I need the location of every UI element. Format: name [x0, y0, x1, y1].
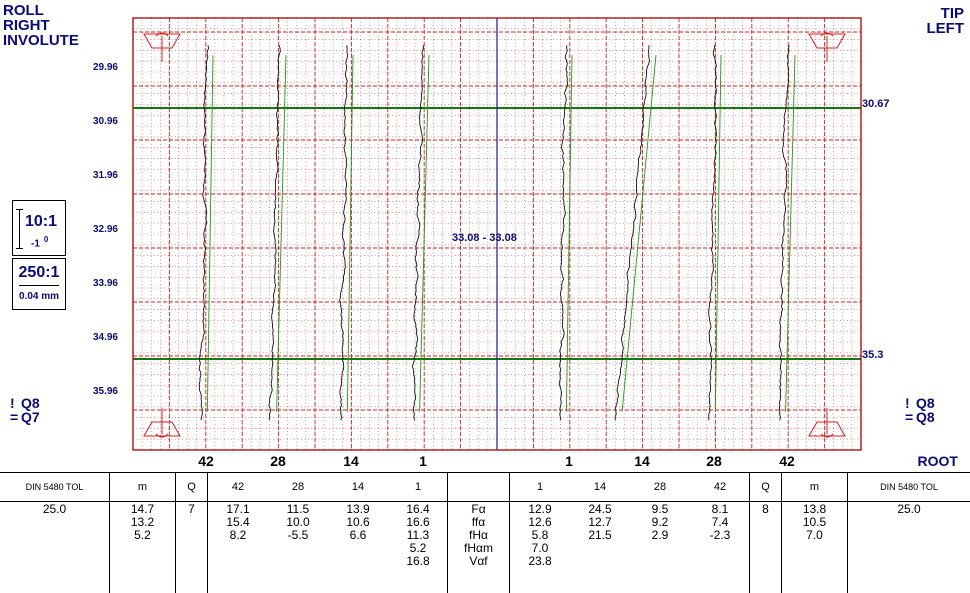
col-header: 28 — [291, 481, 305, 493]
col-header: 14 — [593, 481, 607, 493]
root-label: ROOT — [917, 453, 958, 469]
tooth-marker-icon — [143, 408, 181, 438]
reference-label: 33.08 - 33.08 — [452, 232, 517, 244]
col-header: 42 — [713, 481, 727, 493]
cell: 8.2 — [229, 528, 247, 542]
col-header: 28 — [653, 481, 667, 493]
col-header: DIN 5480 TOL — [0, 473, 109, 502]
col-din-right: DIN 5480 TOL 25.0 — [848, 473, 970, 593]
col-header: m — [110, 473, 175, 502]
col-t28-left: 28 11.5 10.0 -5.5 — [268, 473, 328, 593]
flank-trace-left-42 — [778, 45, 790, 421]
col-din-left: DIN 5480 TOL 25.0 — [0, 473, 110, 593]
cell: 25.0 — [42, 502, 67, 516]
col-header: Q — [176, 473, 207, 502]
col-m-left: m 14.7 13.2 5.2 — [110, 473, 176, 593]
tooth-label: 28 — [706, 453, 722, 469]
flank-trace-left-1 — [558, 45, 569, 421]
tooth-label: 14 — [634, 453, 650, 469]
tolerance-top-label: 30.67 — [862, 98, 890, 110]
col-header: 14 — [351, 481, 365, 493]
cell: 16.8 — [406, 554, 430, 568]
tooth-label: 42 — [198, 453, 214, 469]
results-table: DIN 5480 TOL 25.0 m 14.7 13.2 5.2 Q 7 42… — [0, 472, 970, 593]
cell: 7.0 — [806, 528, 823, 542]
cell: 6.6 — [349, 528, 367, 542]
tooth-label: 1 — [419, 453, 427, 469]
flank-trace-right-1 — [411, 45, 424, 421]
tooth-label: 14 — [343, 453, 359, 469]
param-label: Vαf — [469, 554, 488, 568]
cell: 5.2 — [134, 528, 151, 542]
cell: 25.0 — [897, 502, 921, 516]
col-q-right: Q 8 — [750, 473, 782, 593]
cell: -5.5 — [287, 528, 309, 542]
tooth-label: 42 — [779, 453, 795, 469]
col-m-right: m 13.8 10.5 7.0 — [782, 473, 848, 593]
col-t42-left: 42 17.1 15.4 8.2 — [208, 473, 268, 593]
col-header: DIN 5480 TOL — [848, 473, 970, 502]
col-header — [448, 473, 509, 502]
flank-trace-right-14 — [339, 45, 348, 421]
tolerance-bottom-label: 35.3 — [862, 349, 884, 361]
col-q-left: Q 7 — [176, 473, 208, 593]
tooth-label: 28 — [270, 453, 286, 469]
cell: 23.8 — [528, 554, 552, 568]
cell: 8 — [762, 502, 769, 516]
cell: 7 — [188, 502, 195, 516]
cell: 21.5 — [588, 528, 612, 542]
tooth-marker-icon — [808, 408, 846, 438]
cell: 2.9 — [651, 528, 669, 542]
col-t14-right: 14 24.5 12.7 21.5 — [570, 473, 630, 593]
cell: -2.3 — [709, 528, 731, 542]
col-t14-left: 14 13.9 10.6 6.6 — [328, 473, 388, 593]
col-t42-right: 42 8.1 7.4 -2.3 — [690, 473, 750, 593]
flank-trace-right-42 — [198, 45, 210, 421]
col-t28-right: 28 9.5 9.2 2.9 — [630, 473, 690, 593]
tooth-marker-icon — [808, 32, 846, 62]
col-header: Q — [750, 473, 781, 502]
col-t1-right: 1 12.9 12.6 5.8 7.0 23.8 — [510, 473, 570, 593]
col-header: 1 — [536, 481, 544, 493]
col-header: m — [782, 473, 847, 502]
col-header: 1 — [414, 481, 422, 493]
tooth-label: 1 — [565, 453, 573, 469]
col-header: 42 — [231, 481, 245, 493]
col-t1-left: 1 16.4 16.6 11.3 5.2 16.8 — [388, 473, 448, 593]
tooth-marker-icon — [143, 32, 181, 62]
col-params: Fα ffα fHα fHαm Vαf — [448, 473, 510, 593]
flank-trace-left-14 — [614, 45, 650, 421]
